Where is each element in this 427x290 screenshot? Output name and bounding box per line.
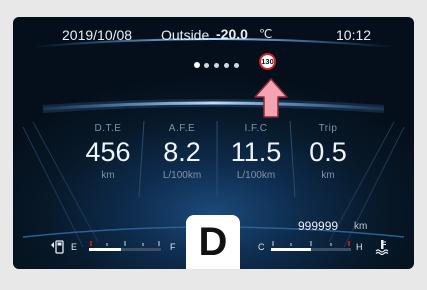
page-dot[interactable] <box>214 63 219 68</box>
trip-value: 0.5 <box>309 137 347 167</box>
dte-value: 456 <box>85 137 131 167</box>
odometer-unit: km <box>354 221 368 232</box>
temp-gauge-ticks <box>272 241 350 246</box>
clock-display: 10:12 <box>336 27 372 43</box>
afe-unit: L/100km <box>162 170 202 181</box>
fuel-gauge-bar <box>89 248 161 251</box>
instrument-cluster-screen: 2019/10/08 Outside -20.0 ℃ 10:12 130 D.T… <box>13 17 414 269</box>
outside-temp-unit: ℃ <box>259 27 273 41</box>
date-display: 2019/10/08 <box>62 27 133 43</box>
afe-column: A.F.E 8.2 L/100km <box>144 123 220 181</box>
page-dot[interactable] <box>224 63 229 68</box>
temp-cold-label: C <box>258 242 265 252</box>
gear-indicator: D <box>186 215 240 269</box>
outside-temp-value: -20.0 <box>216 26 248 42</box>
trip-column: Trip 0.5 km <box>290 123 366 181</box>
outside-temp-label: Outside <box>161 27 210 43</box>
coolant-temperature-icon <box>375 240 389 255</box>
odometer-value: 999999 <box>298 219 339 233</box>
trip-unit: km <box>321 170 335 181</box>
fuel-gauge-fill <box>89 248 122 251</box>
ifc-unit: L/100km <box>236 170 276 181</box>
trip-label: Trip <box>318 123 338 134</box>
ifc-value: 11.5 <box>230 137 282 167</box>
temp-hot-label: H <box>356 242 363 252</box>
page-dot[interactable] <box>204 63 209 68</box>
page-dot[interactable] <box>234 63 239 68</box>
afe-label: A.F.E <box>168 123 196 134</box>
page-dot-active[interactable] <box>194 62 200 68</box>
fuel-pump-icon <box>51 240 64 254</box>
fuel-empty-label: E <box>71 242 78 252</box>
fuel-gauge-ticks <box>90 241 160 246</box>
ifc-column: I.F.C 11.5 L/100km <box>218 123 294 181</box>
dte-unit: km <box>101 170 115 181</box>
ifc-label: I.F.C <box>244 123 268 134</box>
temp-gauge-bar <box>271 248 351 251</box>
up-arrow-icon <box>254 78 288 118</box>
afe-value: 8.2 <box>163 137 201 167</box>
dte-label: D.T.E <box>94 123 122 134</box>
fuel-full-label: F <box>170 242 176 252</box>
temp-gauge-fill <box>271 248 311 251</box>
dte-column: D.T.E 456 km <box>70 123 146 181</box>
speed-limit-sign-icon: 130 <box>259 53 276 70</box>
